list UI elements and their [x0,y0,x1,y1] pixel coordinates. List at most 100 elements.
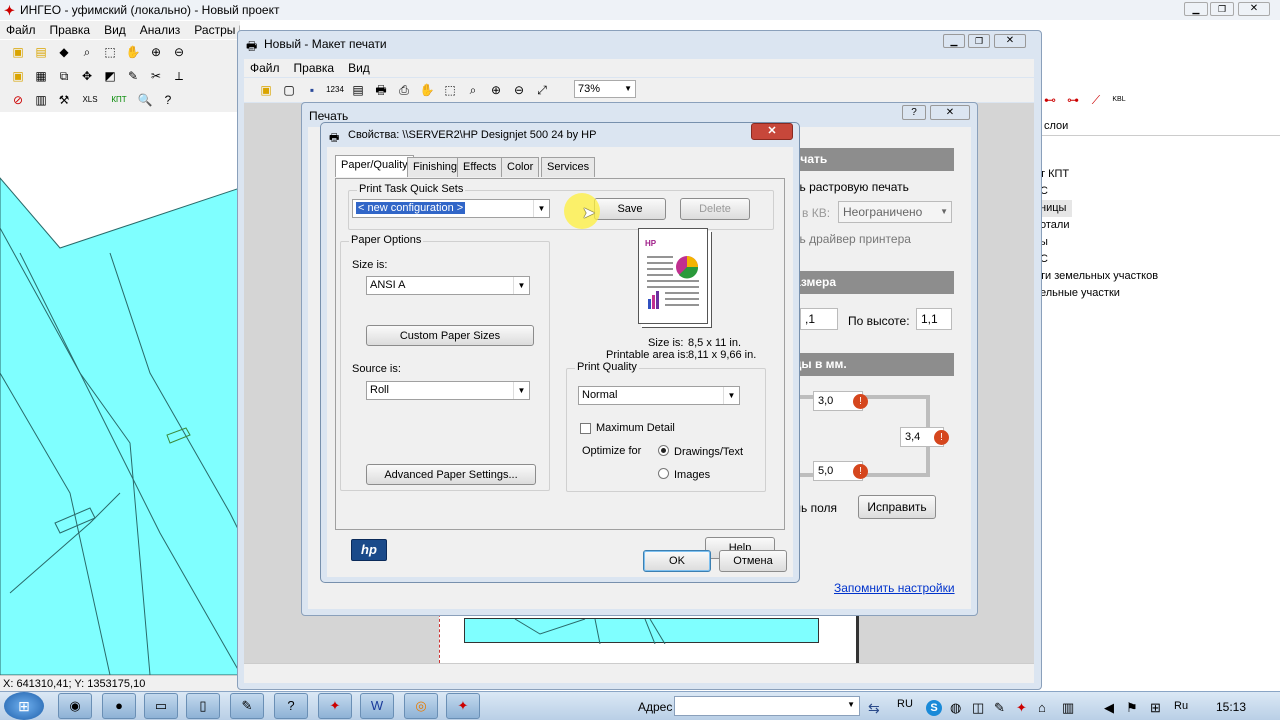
zoom-in-icon[interactable]: ⊕ [486,80,506,100]
margin-bottom-input[interactable]: 5,0! [813,461,868,481]
advanced-paper-settings-button[interactable]: Advanced Paper Settings... [366,464,536,485]
save-button[interactable]: Save [594,198,666,220]
open-icon[interactable]: ▣ [8,42,28,62]
menu-edit[interactable]: Правка [50,23,91,37]
width-input[interactable]: ,1 [800,308,838,330]
select-area-icon[interactable]: ⬚ [440,80,460,100]
chain-icon[interactable]: ⊶ [1063,90,1083,110]
device-icon[interactable]: ▯ [186,693,220,719]
word-icon[interactable]: W [360,693,394,719]
tab-services[interactable]: Services [541,157,596,177]
fit-icon[interactable]: ⤢ [532,80,552,100]
pan-icon[interactable]: ✋ [123,42,143,62]
layer-icon[interactable]: ▣ [8,66,28,86]
size-select[interactable]: ANSI A ▼ [366,276,530,295]
layer-item[interactable]: т КПТ [1040,166,1158,183]
ingeo2-icon[interactable]: ✦ [446,693,480,719]
no-icon[interactable]: ⊘ [8,90,28,110]
grid-icon[interactable]: ▦ [31,66,51,86]
zoom-tool-icon[interactable]: ⌕ [463,80,483,100]
ok-button[interactable]: OK [643,550,711,572]
radio-drawings[interactable] [658,445,669,456]
line-tool-icon[interactable]: ⟋ [1086,90,1106,110]
tray-icon-3[interactable]: ✎ [994,700,1005,716]
ingeo-icon[interactable]: ✦ [318,693,352,719]
menu-file[interactable]: Файл [6,23,36,37]
scale-icon[interactable]: KBL [1109,90,1129,110]
measure-icon[interactable]: ⟂ [169,66,189,86]
help-icon[interactable]: ? [902,105,926,120]
tray-icon-4[interactable]: ✦ [1016,700,1027,716]
go-icon[interactable]: ⇆ [868,700,880,717]
skype-icon[interactable]: S [926,700,942,716]
layout-menu-view[interactable]: Вид [348,61,370,75]
layer-item[interactable]: С [1040,251,1158,268]
explorer-icon[interactable]: ▭ [144,693,178,719]
close-icon[interactable]: ✕ [1238,2,1270,16]
margin-right-input[interactable]: 3,4! [900,427,949,447]
tray-icon-2[interactable]: ◫ [972,700,984,716]
fix-button[interactable]: Исправить [858,495,936,519]
firefox-icon[interactable]: ● [102,693,136,719]
cancel-button[interactable]: Отмена [719,550,787,572]
quality-select[interactable]: Normal ▼ [578,386,740,405]
kpt-icon[interactable]: КПТ [106,90,132,110]
restore-icon[interactable]: ❐ [1210,2,1234,16]
source-select[interactable]: Roll ▼ [366,381,530,400]
orange-app-icon[interactable]: ◎ [404,693,438,719]
layer-item[interactable]: ти земельных участков [1040,268,1158,285]
link-icon[interactable]: ⊷ [1040,90,1060,110]
calendar-icon[interactable]: ▥ [31,90,51,110]
layer-item[interactable]: ы [1040,234,1158,251]
menu-view[interactable]: Вид [104,23,126,37]
layout-menu-edit[interactable]: Правка [294,61,335,75]
layout-minimize-icon[interactable]: ▁ [943,34,965,48]
menu-analysis[interactable]: Анализ [140,23,181,37]
tray-icon-5[interactable]: ⌂ [1038,700,1046,715]
network-icon[interactable]: ▥ [1062,700,1074,716]
tray-lang[interactable]: Ru [1174,700,1188,712]
zoom-out-tool-icon[interactable]: ⊖ [509,80,529,100]
tool-icon[interactable]: ⚒ [54,90,74,110]
tray-icon-6[interactable]: ⊞ [1150,700,1161,716]
tray-icon-1[interactable]: ◍ [950,700,961,716]
tab-finishing[interactable]: Finishing [407,157,464,177]
map-canvas[interactable] [0,113,240,675]
edit-icon[interactable]: ✎ [123,66,143,86]
print-dialog-close-icon[interactable]: ✕ [930,105,970,120]
order-icon[interactable]: 1234 [325,80,345,100]
start-button[interactable]: ⊞ [4,692,44,720]
folder-icon[interactable]: ▤ [31,42,51,62]
driver-label[interactable]: ть драйвер принтера [794,232,911,246]
layer-item[interactable]: ельные участки [1040,285,1158,302]
chrome-icon[interactable]: ◉ [58,693,92,719]
kb-select[interactable]: Неограничено ▼ [838,201,952,223]
zoom-out-icon[interactable]: ⊖ [169,42,189,62]
new-page-icon[interactable]: ▣ [256,80,276,100]
properties-close-icon[interactable]: ✕ [751,123,793,140]
xls-icon[interactable]: XLS [77,90,103,110]
tab-color[interactable]: Color [501,157,540,177]
search-icon[interactable]: 🔍 [135,90,155,110]
layout-close-icon[interactable]: ✕ [994,34,1026,48]
quick-sets-select[interactable]: < new configuration > ▼ [352,199,550,218]
tab-effects[interactable]: Effects [457,157,503,177]
hand-icon[interactable]: ✋ [417,80,437,100]
notepad-icon[interactable]: ✎ [230,693,264,719]
volume-icon[interactable]: ◀ [1104,700,1114,716]
custom-paper-sizes-button[interactable]: Custom Paper Sizes [366,325,534,346]
copy-icon[interactable]: ⧉ [54,66,74,86]
raster-print-label[interactable]: ть растровую печать [794,180,909,194]
help-query-icon[interactable]: ? [158,90,178,110]
print-setup-icon[interactable]: ⎙ [394,80,414,100]
margin-top-input[interactable]: 3,0! [813,391,868,411]
menu-rasters[interactable]: Растры MapInfo [194,23,240,37]
layer-item[interactable]: отали [1040,217,1158,234]
layout-menu-file[interactable]: Файл [250,61,280,75]
node-icon[interactable]: ◩ [100,66,120,86]
move-icon[interactable]: ✥ [77,66,97,86]
save-icon[interactable]: ▪ [302,80,322,100]
address-input[interactable]: ▼ [674,696,860,716]
minimize-icon[interactable]: ▁ [1184,2,1208,16]
layout-restore-icon[interactable]: ❐ [968,34,990,48]
